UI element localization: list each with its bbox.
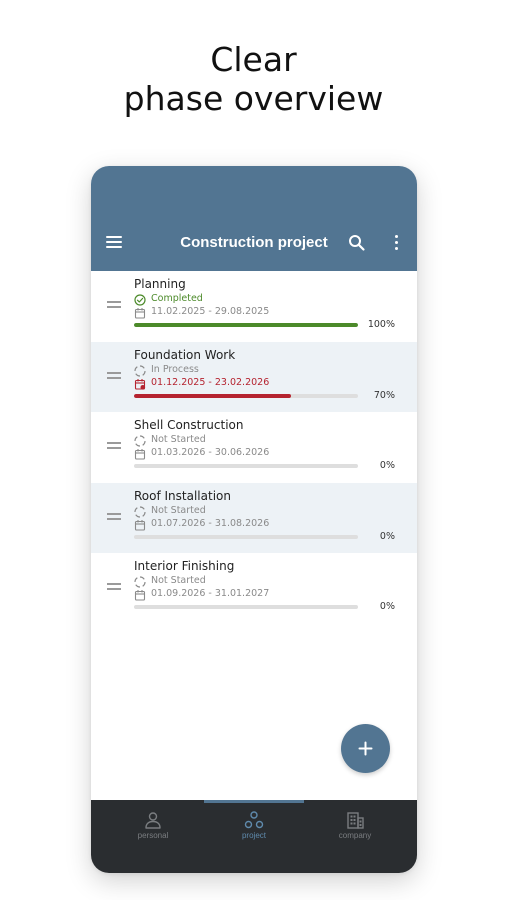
calendar-icon xyxy=(134,306,146,319)
add-phase-button[interactable] xyxy=(341,724,390,773)
project-icon xyxy=(244,811,264,829)
phase-name: Planning xyxy=(134,277,186,291)
building-icon xyxy=(347,812,364,829)
more-vertical-icon xyxy=(395,247,398,250)
phase-progress-bar xyxy=(134,534,358,539)
nav-item-company[interactable]: company xyxy=(301,800,409,873)
not-started-icon xyxy=(134,434,146,447)
not-started-icon xyxy=(134,575,146,588)
drag-handle-icon[interactable] xyxy=(107,371,121,380)
calendar-alert-icon xyxy=(134,377,146,390)
drag-handle-icon[interactable] xyxy=(107,442,121,450)
person-icon xyxy=(145,812,161,829)
more-vertical-icon xyxy=(395,241,398,244)
phase-progress-percent: 0% xyxy=(379,460,395,471)
phase-progress-bar xyxy=(134,393,358,398)
check-circle-icon xyxy=(134,293,146,306)
not-started-icon xyxy=(134,505,146,518)
phase-status-text: Completed xyxy=(151,293,203,304)
phase-row[interactable]: Planning Completed 11.02.2025 - 29.08.2025… xyxy=(91,271,417,342)
phase-progress-percent: 0% xyxy=(379,530,395,542)
phase-progress-bar xyxy=(134,323,358,327)
phase-name: Shell Construction xyxy=(134,418,244,432)
phase-row[interactable]: Interior Finishing Not Started 01.09.2026 … xyxy=(91,553,417,624)
drag-handle-icon[interactable] xyxy=(107,512,121,521)
phase-row[interactable]: Foundation Work In Process 01.12.2025 - 23… xyxy=(91,341,417,412)
phase-row[interactable]: Roof Installation Not Started 01.07.2026 -… xyxy=(91,482,417,553)
phase-name: Interior Finishing xyxy=(134,559,235,573)
search-icon xyxy=(349,235,365,251)
more-options-button[interactable] xyxy=(391,235,403,253)
phase-date-text: 01.03.2026 - 30.06.2026 xyxy=(151,447,270,458)
calendar-icon xyxy=(134,518,146,531)
drag-handle-icon[interactable] xyxy=(107,301,121,309)
phase-row[interactable]: Shell Construction Not Started 01.03.2026 … xyxy=(91,412,417,483)
nav-label-company: company xyxy=(338,831,372,840)
phase-progress-percent: 70% xyxy=(373,389,395,401)
nav-item-project[interactable]: project xyxy=(200,800,308,873)
nav-label-personal: personal xyxy=(137,831,169,840)
phase-progress-bar xyxy=(134,605,358,609)
in-process-icon xyxy=(134,364,146,377)
app-bar-title: Construction project xyxy=(180,234,328,251)
phase-status-text: Not Started xyxy=(151,504,206,516)
phase-progress-fill xyxy=(134,393,291,398)
phase-status-text: In Process xyxy=(151,363,199,375)
search-button[interactable] xyxy=(348,234,366,252)
phase-date-text: 11.02.2025 - 29.08.2025 xyxy=(151,306,270,317)
phase-name: Roof Installation xyxy=(134,488,231,503)
phase-progress-percent: 100% xyxy=(367,319,395,330)
phase-date-text: 01.09.2026 - 31.01.2027 xyxy=(151,588,270,599)
more-vertical-icon xyxy=(395,235,398,238)
phase-status-text: Not Started xyxy=(151,434,206,445)
promo-headline-line-2: phase overview xyxy=(123,79,384,118)
promo-headline-line-1: Clear xyxy=(210,40,297,79)
phase-date-text: 01.07.2026 - 31.08.2026 xyxy=(151,517,270,529)
phase-progress-percent: 0% xyxy=(379,601,395,612)
calendar-icon xyxy=(134,588,146,601)
nav-label-project: project xyxy=(241,831,266,840)
phase-progress-fill xyxy=(134,323,358,327)
drag-handle-icon[interactable] xyxy=(107,583,121,591)
app-bar: Construction project xyxy=(91,166,417,271)
phase-name: Foundation Work xyxy=(134,347,236,362)
nav-item-personal[interactable]: personal xyxy=(99,800,207,873)
promo-headline: Clear phase overview xyxy=(0,40,507,118)
bottom-navigation: personal project company xyxy=(91,800,417,873)
plus-icon xyxy=(358,741,373,756)
phase-status-text: Not Started xyxy=(151,575,206,586)
phase-progress-bar xyxy=(134,464,358,468)
phase-date-text: 01.12.2025 - 23.02.2026 xyxy=(151,376,270,388)
phase-list: Planning Completed 11.02.2025 - 29.08.2025… xyxy=(91,271,417,624)
calendar-icon xyxy=(134,447,146,460)
phone-frame: Construction project Planning Completed 11… xyxy=(91,166,417,873)
